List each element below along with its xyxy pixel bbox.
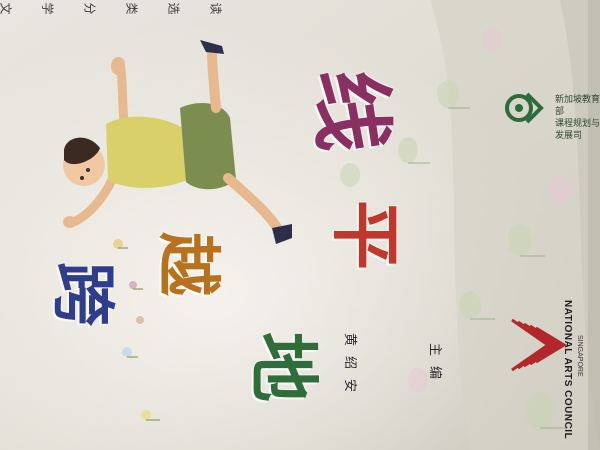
moe-line-2: 课程规划与发展司 bbox=[555, 119, 600, 141]
title-char-1: 跨 bbox=[45, 262, 120, 326]
editor-name-char: 黄 bbox=[342, 332, 358, 347]
editor-name-char: 绍 bbox=[342, 355, 358, 370]
arts-council-name: NATIONAL ARTS COUNCIL bbox=[562, 300, 573, 440]
editor-role-char: 主 bbox=[427, 342, 443, 357]
arts-council-country: SINGAPORE bbox=[576, 335, 583, 377]
moe-line-1: 新加坡教育部 bbox=[555, 95, 600, 117]
series-char: 选 bbox=[166, 2, 181, 15]
book-cover-photo: 文 学 分 类 选 读 跨 越 地 平 线 黄 绍 安 主 编 新加坡教育部 课… bbox=[0, 0, 600, 450]
moe-publisher-text: 新加坡教育部 课程规划与发展司 bbox=[555, 94, 600, 142]
series-char: 文 bbox=[0, 2, 15, 14]
editor-role: 主 编 bbox=[427, 340, 443, 382]
title-char-5: 线 bbox=[303, 69, 400, 153]
editor-name-char: 安 bbox=[342, 378, 358, 393]
editor-role-char: 编 bbox=[427, 365, 443, 380]
series-char: 读 bbox=[208, 2, 223, 15]
series-char: 类 bbox=[124, 2, 139, 15]
title-char-3: 地 bbox=[242, 332, 325, 402]
series-char: 分 bbox=[82, 2, 97, 15]
moe-logo bbox=[505, 92, 544, 124]
title-char-2: 越 bbox=[150, 232, 225, 296]
title-char-4: 平 bbox=[324, 200, 407, 270]
series-char: 学 bbox=[40, 2, 55, 15]
editor-name: 黄 绍 安 bbox=[342, 330, 358, 395]
